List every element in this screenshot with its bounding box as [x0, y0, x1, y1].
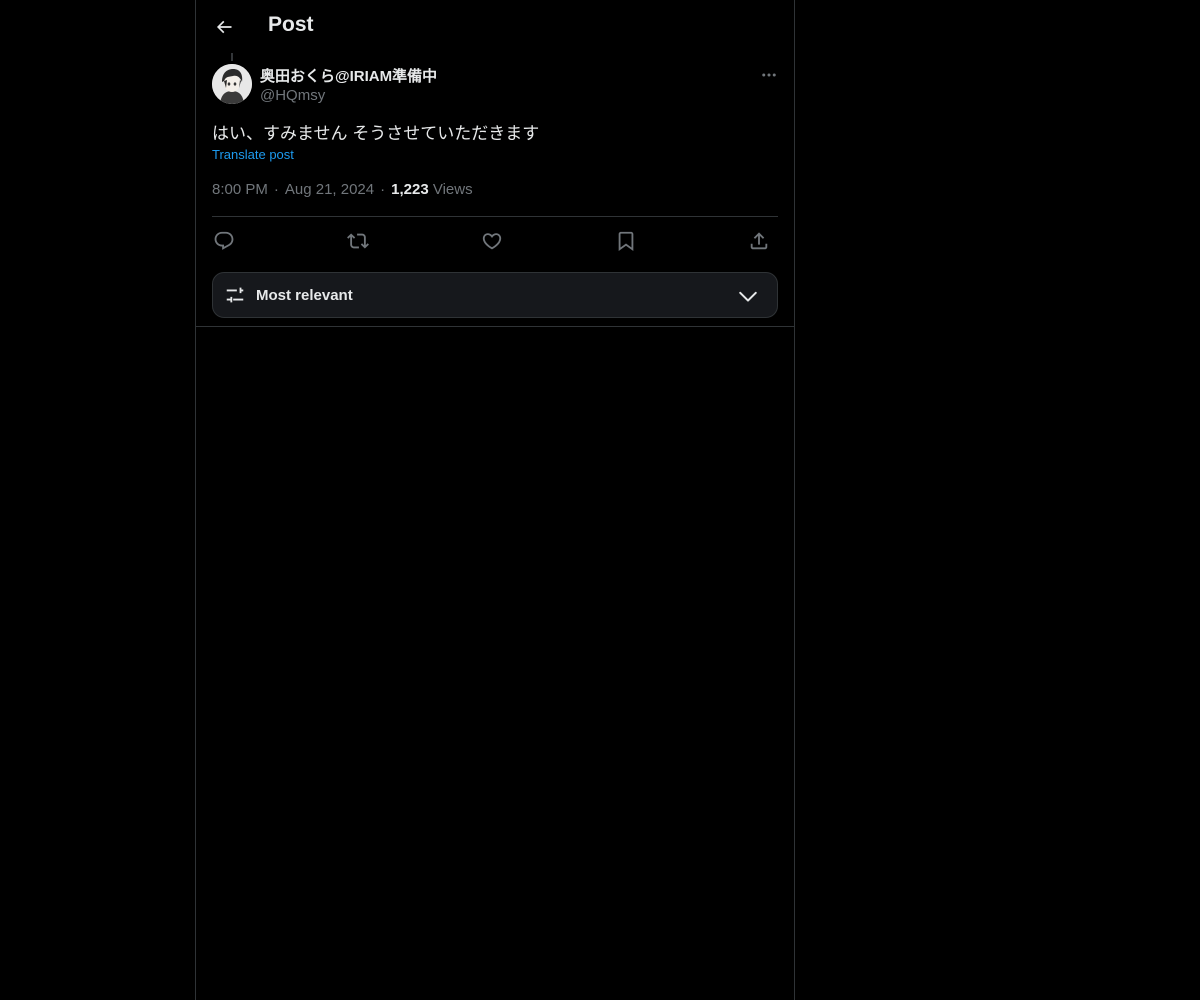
author-handle[interactable]: @HQmsy: [260, 87, 325, 104]
bookmark-button[interactable]: [614, 229, 638, 253]
post-meta: 8:00 PM · Aug 21, 2024 · 1,223 Views: [212, 181, 473, 198]
translate-post-link[interactable]: Translate post: [212, 147, 294, 162]
post-date[interactable]: Aug 21, 2024: [285, 181, 374, 198]
divider: [212, 216, 778, 217]
views-label: Views: [432, 181, 473, 198]
more-horizontal-icon: [760, 66, 778, 84]
page-title: Post: [268, 13, 314, 36]
share-icon: [748, 230, 770, 252]
heart-icon: [481, 230, 503, 252]
avatar[interactable]: [212, 64, 252, 104]
bookmark-icon: [615, 230, 637, 252]
chevron-down-icon: [737, 285, 759, 307]
reply-icon: [213, 230, 235, 252]
like-button[interactable]: [480, 229, 504, 253]
repost-icon: [347, 230, 369, 252]
post-text: はい、すみません そうさせていただきます: [212, 124, 540, 143]
main-column: Post 奥田おくら@IRIAM準備中 @HQmsy はい、すみません そうさせ…: [195, 0, 795, 1000]
meta-separator: ·: [273, 181, 279, 198]
header: Post: [196, 0, 794, 53]
repost-button[interactable]: [346, 229, 370, 253]
reply-sort-dropdown[interactable]: Most relevant: [212, 272, 778, 318]
meta-separator: ·: [380, 181, 386, 198]
share-button[interactable]: [747, 229, 771, 253]
thread-connector-line: [231, 53, 233, 61]
arrow-left-icon: [214, 17, 234, 37]
views-count: 1,223: [391, 181, 429, 198]
back-button[interactable]: [207, 10, 241, 44]
post-time[interactable]: 8:00 PM: [212, 181, 268, 198]
reply-button[interactable]: [212, 229, 236, 253]
sort-label: Most relevant: [256, 287, 353, 304]
sliders-icon: [224, 284, 246, 306]
action-bar: [212, 226, 778, 256]
divider: [196, 326, 794, 327]
more-options-button[interactable]: [757, 64, 781, 86]
author-display-name[interactable]: 奥田おくら@IRIAM準備中: [260, 65, 437, 86]
